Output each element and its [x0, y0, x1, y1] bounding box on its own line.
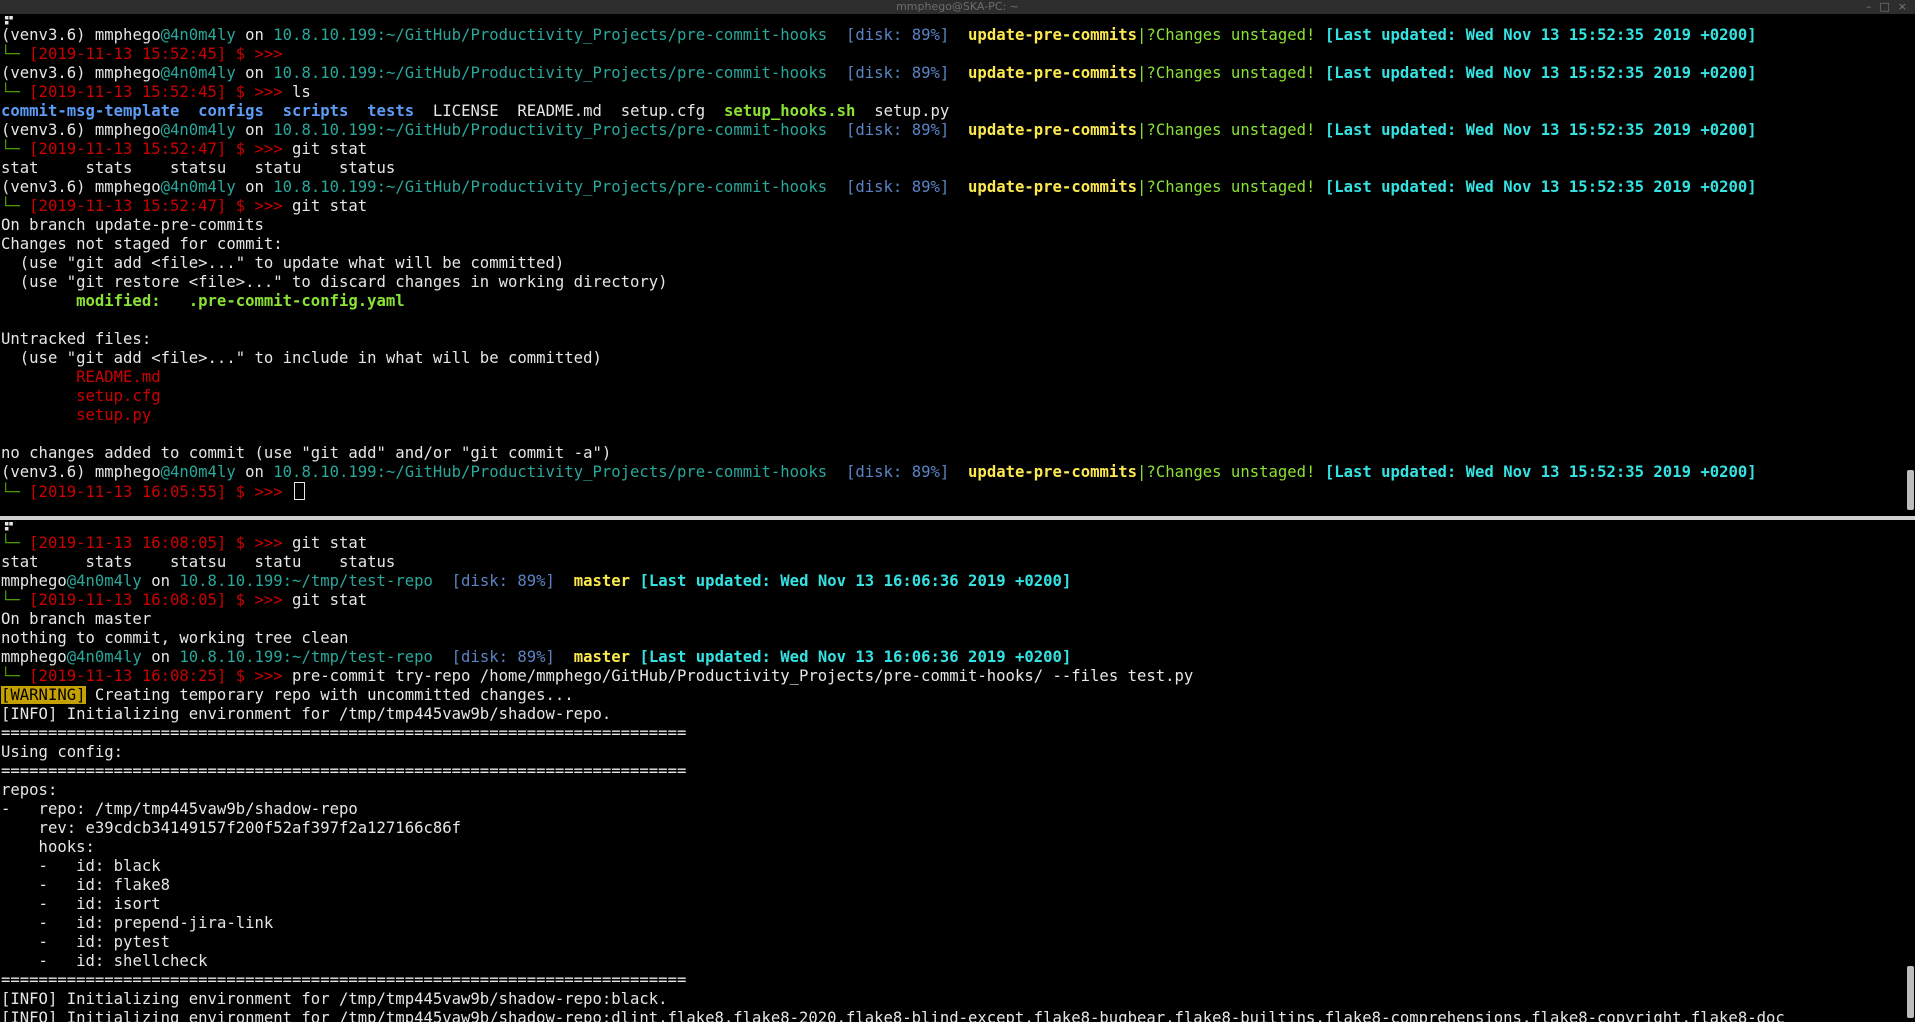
ls-output: commit-msg-template configs scripts test… [1, 102, 1915, 121]
separator-line: ========================================… [1, 724, 687, 742]
hook-line: - id: pytest [1, 933, 171, 951]
untracked-file-line: setup.py [76, 406, 152, 424]
warning-line: [WARNING] Creating temporary repo with u… [1, 686, 574, 704]
file-entry: setup.cfg [620, 102, 706, 120]
git-output-line: (use "git restore <file>..." to discard … [1, 273, 668, 291]
scrollbar[interactable] [1906, 520, 1915, 1022]
git-output-line: Untracked files: [1, 330, 152, 348]
command-line: └─ [2019-11-13 15:52:45] $ >>> ls [1, 83, 311, 101]
prompt-line: (venv3.6) mmphego@4n0m4ly on 10.8.10.199… [1, 121, 1757, 139]
config-line: repos: [1, 781, 58, 799]
dir-entry: configs [198, 102, 264, 120]
dir-entry: commit-msg-template [1, 102, 180, 120]
hook-line: - id: prepend-jira-link [1, 914, 274, 932]
prompt-line: (venv3.6) mmphego@4n0m4ly on 10.8.10.199… [1, 64, 1757, 82]
git-output-line: nothing to commit, working tree clean [1, 629, 349, 647]
file-entry: LICENSE [432, 102, 499, 120]
hook-line: - id: isort [1, 895, 161, 913]
dir-entry: scripts [282, 102, 349, 120]
warning-badge: [WARNING] [1, 686, 86, 704]
active-command-line[interactable]: └─ [2019-11-13 16:05:55] $ >>> [1, 482, 1915, 501]
window-titlebar[interactable]: mmphego@SKA-PC: ~ – □ × [0, 0, 1915, 14]
command-line: └─ [2019-11-13 16:08:05] $ >>> git stat [1, 591, 368, 609]
scrollbar-thumb[interactable] [1907, 966, 1914, 1018]
exec-entry: setup_hooks.sh [723, 102, 856, 120]
info-line: [INFO] Initializing environment for /tmp… [1, 1009, 1785, 1022]
config-line: hooks: [1, 838, 95, 856]
git-output-line: On branch master [1, 610, 152, 628]
text-cursor [294, 482, 306, 500]
config-line: - repo: /tmp/tmp445vaw9b/shadow-repo [1, 800, 358, 818]
maximize-icon[interactable]: □ [1879, 0, 1889, 14]
close-icon[interactable]: × [1898, 0, 1907, 14]
config-line: Using config: [1, 743, 124, 761]
scrollbar-thumb[interactable] [1907, 470, 1914, 510]
prompt-line: (venv3.6) mmphego@4n0m4ly on 10.8.10.199… [1, 463, 1757, 481]
command-line: └─ [2019-11-13 15:52:45] $ >>> [1, 45, 293, 63]
prompt-line: mmphego@4n0m4ly on 10.8.10.199:~/tmp/tes… [1, 572, 1072, 590]
command-line: └─ [2019-11-13 15:52:47] $ >>> git stat [1, 197, 368, 215]
pane-marker-icon: ▪▪ ▪ [4, 520, 14, 534]
untracked-file-line: README.md [76, 368, 161, 386]
git-output-line: (use "git add <file>..." to update what … [1, 254, 565, 272]
command-line: └─ [2019-11-13 15:52:47] $ >>> git stat [1, 140, 368, 158]
modified-file-line: modified: .pre-commit-config.yaml [1, 292, 405, 310]
completion-list: stat stats statsu statu status [1, 553, 396, 571]
command-line: └─ [2019-11-13 16:08:25] $ >>> pre-commi… [1, 667, 1194, 685]
window-controls: – □ × [1866, 0, 1907, 14]
terminal-pane-top[interactable]: ▪▪ ▪ (venv3.6) mmphego@4n0m4ly on 10.8.10… [0, 14, 1915, 516]
separator-line: ========================================… [1, 762, 687, 780]
git-output-line: On branch update-pre-commits [1, 216, 264, 234]
hook-line: - id: shellcheck [1, 952, 208, 970]
prompt-line: mmphego@4n0m4ly on 10.8.10.199:~/tmp/tes… [1, 648, 1072, 666]
file-entry: setup.py [874, 102, 950, 120]
git-output-line: Changes not staged for commit: [1, 235, 283, 253]
scrollbar[interactable] [1906, 14, 1915, 516]
info-line: [INFO] Initializing environment for /tmp… [1, 990, 668, 1008]
dir-entry: tests [367, 102, 415, 120]
completion-list: stat stats statsu statu status [1, 159, 396, 177]
untracked-file-line: setup.cfg [76, 387, 161, 405]
config-line: rev: e39cdcb34149157f200f52af397f2a12716… [1, 819, 462, 837]
command-line: └─ [2019-11-13 16:08:05] $ >>> git stat [1, 534, 368, 552]
info-line: [INFO] Initializing environment for /tmp… [1, 705, 612, 723]
prompt-line: (venv3.6) mmphego@4n0m4ly on 10.8.10.199… [1, 178, 1757, 196]
terminal-pane-bottom[interactable]: ▪▪ ▪ └─ [2019-11-13 16:08:05] $ >>> git s… [0, 520, 1915, 1022]
hook-line: - id: black [1, 857, 161, 875]
git-output-line: (use "git add <file>..." to include in w… [1, 349, 602, 367]
prompt-line: (venv3.6) mmphego@4n0m4ly on 10.8.10.199… [1, 26, 1757, 44]
window-title: mmphego@SKA-PC: ~ [896, 0, 1019, 13]
hook-line: - id: flake8 [1, 876, 171, 894]
file-entry: README.md [517, 102, 602, 120]
git-output-line: no changes added to commit (use "git add… [1, 444, 612, 462]
minimize-icon[interactable]: – [1866, 0, 1872, 14]
separator-line: ========================================… [1, 971, 687, 989]
